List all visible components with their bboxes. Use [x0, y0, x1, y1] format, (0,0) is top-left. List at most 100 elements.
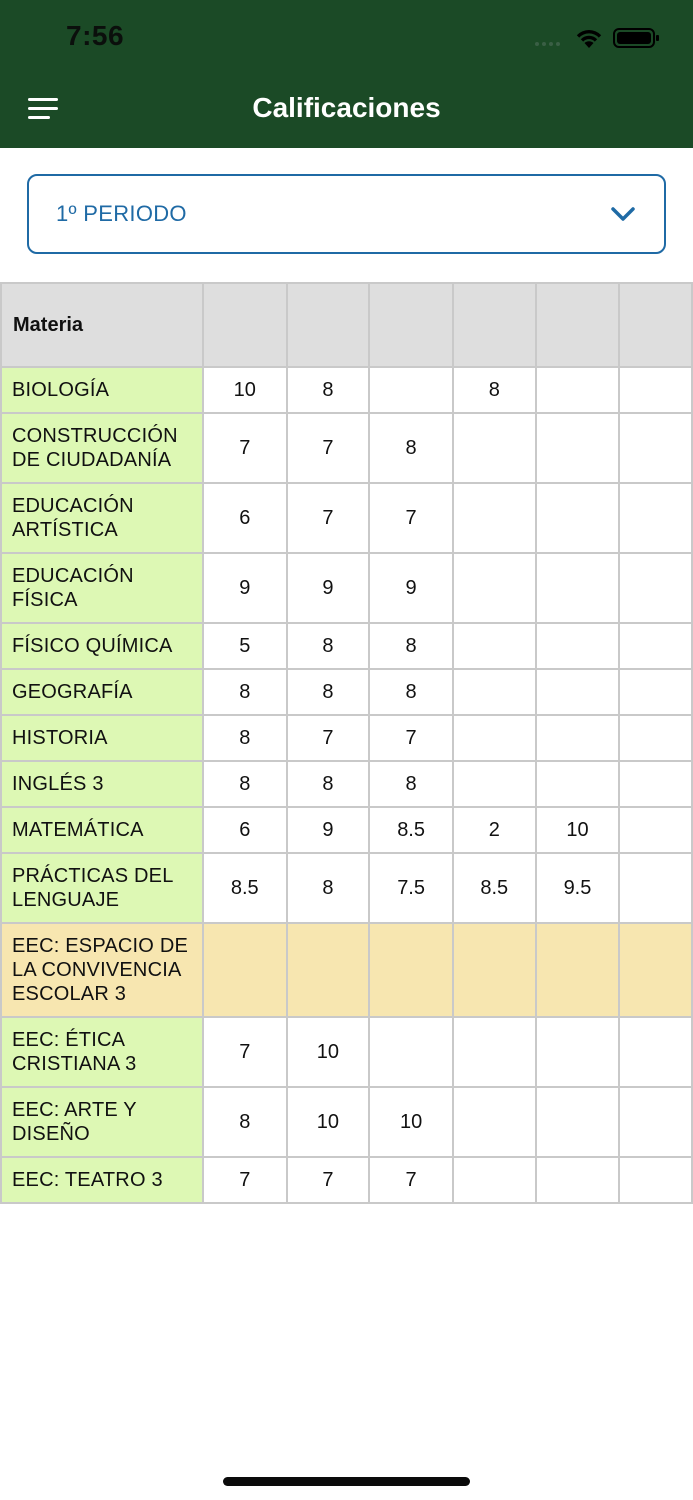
status-time: 7:56	[66, 20, 125, 51]
grade-cell: 10	[534, 806, 621, 854]
subject-cell: HISTORIA	[0, 714, 204, 762]
table-header-row: Materia	[0, 282, 693, 368]
wifi-icon	[576, 30, 602, 48]
grades-table: Materia BIOLOGÍA 10 8 8 CONSTRUCCIÓN DE CIUD…	[0, 282, 693, 1204]
chevron-down-icon	[611, 207, 635, 221]
grade-column-header	[368, 282, 454, 368]
grade-cell	[534, 760, 621, 808]
grade-cell: 6	[201, 806, 288, 854]
grade-cell: 8	[285, 366, 371, 414]
grade-cell	[534, 922, 621, 1018]
grade-cell: 8	[201, 714, 288, 762]
subject-cell: GEOGRAFÍA	[0, 668, 204, 716]
grade-column-header	[201, 282, 288, 368]
grade-column-header	[451, 282, 537, 368]
grade-cell	[368, 1016, 454, 1088]
grade-cell	[534, 366, 621, 414]
subject-cell: CONSTRUCCIÓN DE CIUDADANÍA	[0, 412, 204, 484]
grade-cell: 10	[285, 1086, 371, 1158]
grade-cell: 10	[368, 1086, 454, 1158]
table-row: HISTORIA 8 7 7	[0, 714, 693, 762]
grade-cell	[451, 1086, 537, 1158]
grade-cell: 8	[285, 760, 371, 808]
grade-cell: 10	[285, 1016, 371, 1088]
grade-cell	[618, 622, 693, 670]
grade-cell	[451, 412, 537, 484]
grade-cell	[368, 922, 454, 1018]
subject-cell: EEC: TEATRO 3	[0, 1156, 204, 1204]
grade-column-header	[618, 282, 693, 368]
grade-cell: 8	[368, 668, 454, 716]
grade-cell	[534, 1086, 621, 1158]
table-row: FÍSICO QUÍMICA 5 8 8	[0, 622, 693, 670]
grade-cell: 9.5	[534, 852, 621, 924]
grade-cell: 8	[285, 622, 371, 670]
subject-cell: BIOLOGÍA	[0, 366, 204, 414]
table-row: EEC: TEATRO 3777	[0, 1156, 693, 1204]
grade-cell: 8.5	[451, 852, 537, 924]
grade-cell: 8	[201, 760, 288, 808]
grade-cell	[451, 1156, 537, 1204]
subject-cell: EEC: ARTE Y DISEÑO	[0, 1086, 204, 1158]
grade-cell: 7	[368, 714, 454, 762]
table-row: MATEMÁTICA 6 9 8.5 2 10	[0, 806, 693, 854]
table-row: EEC: ÉTICA CRISTIANA 3 7 10	[0, 1016, 693, 1088]
home-indicator	[223, 1477, 470, 1486]
grade-cell	[534, 1016, 621, 1088]
period-selected-value: 1º PERIODO	[56, 201, 187, 226]
grade-cell	[534, 482, 621, 554]
grade-cell	[618, 668, 693, 716]
subject-cell: EEC: ESPACIO DE LA CONVIVENCIA ESCOLAR 3	[0, 922, 204, 1018]
table-row: PRÁCTICAS DEL LENGUAJE 8.5 8 7.5 8.5 9.5	[0, 852, 693, 924]
grade-cell: 8.5	[368, 806, 454, 854]
subject-cell: EEC: ÉTICA CRISTIANA 3	[0, 1016, 204, 1088]
grade-cell	[534, 1156, 621, 1204]
grade-cell: 8	[451, 366, 537, 414]
table-row: CONSTRUCCIÓN DE CIUDADANÍA 7 7 8	[0, 412, 693, 484]
grade-cell	[618, 482, 693, 554]
subject-cell: EDUCACIÓN FÍSICA	[0, 552, 204, 624]
subject-column-header: Materia	[0, 282, 204, 368]
grade-cell: 8	[201, 1086, 288, 1158]
grade-cell	[368, 366, 454, 414]
grade-cell: 8	[285, 668, 371, 716]
grade-cell	[618, 1086, 693, 1158]
table-row: EDUCACIÓN ARTÍSTICA 6 7 7	[0, 482, 693, 554]
grade-cell: 7	[285, 1156, 371, 1204]
subject-cell: PRÁCTICAS DEL LENGUAJE	[0, 852, 204, 924]
grade-cell: 8.5	[201, 852, 288, 924]
table-row: EEC: ARTE Y DISEÑO 8 10 10	[0, 1086, 693, 1158]
table-row: GEOGRAFÍA 8 8 8	[0, 668, 693, 716]
subject-cell: INGLÉS 3	[0, 760, 204, 808]
grade-cell	[618, 1156, 693, 1204]
grade-cell	[534, 552, 621, 624]
grade-cell	[618, 366, 693, 414]
grades-table-body: BIOLOGÍA 10 8 8 CONSTRUCCIÓN DE CIUDADANÍA 7 7…	[0, 366, 693, 1204]
grade-cell	[451, 760, 537, 808]
grade-cell	[201, 922, 288, 1018]
grade-cell	[451, 922, 537, 1018]
grade-cell: 7	[285, 714, 371, 762]
grade-column-header	[534, 282, 621, 368]
grade-cell	[618, 1016, 693, 1088]
grade-cell: 9	[201, 552, 288, 624]
grade-cell: 7	[285, 412, 371, 484]
grade-cell	[534, 668, 621, 716]
subject-cell: EDUCACIÓN ARTÍSTICA	[0, 482, 204, 554]
grade-cell: 9	[285, 552, 371, 624]
table-row: EEC: ESPACIO DE LA CONVIVENCIA ESCOLAR 3	[0, 922, 693, 1018]
cellular-signal-icon	[535, 42, 560, 46]
grade-cell: 8	[368, 760, 454, 808]
grade-cell: 2	[451, 806, 537, 854]
grade-cell	[451, 668, 537, 716]
grade-cell: 5	[201, 622, 288, 670]
grade-cell	[451, 1016, 537, 1088]
grade-cell: 7	[201, 1156, 288, 1204]
period-dropdown[interactable]: 1º PERIODO	[27, 174, 666, 254]
grade-cell: 7	[368, 1156, 454, 1204]
grade-cell	[618, 760, 693, 808]
table-row: EDUCACIÓN FÍSICA 9 9 9	[0, 552, 693, 624]
grade-cell: 9	[285, 806, 371, 854]
grade-cell: 7	[368, 482, 454, 554]
grade-cell	[451, 482, 537, 554]
